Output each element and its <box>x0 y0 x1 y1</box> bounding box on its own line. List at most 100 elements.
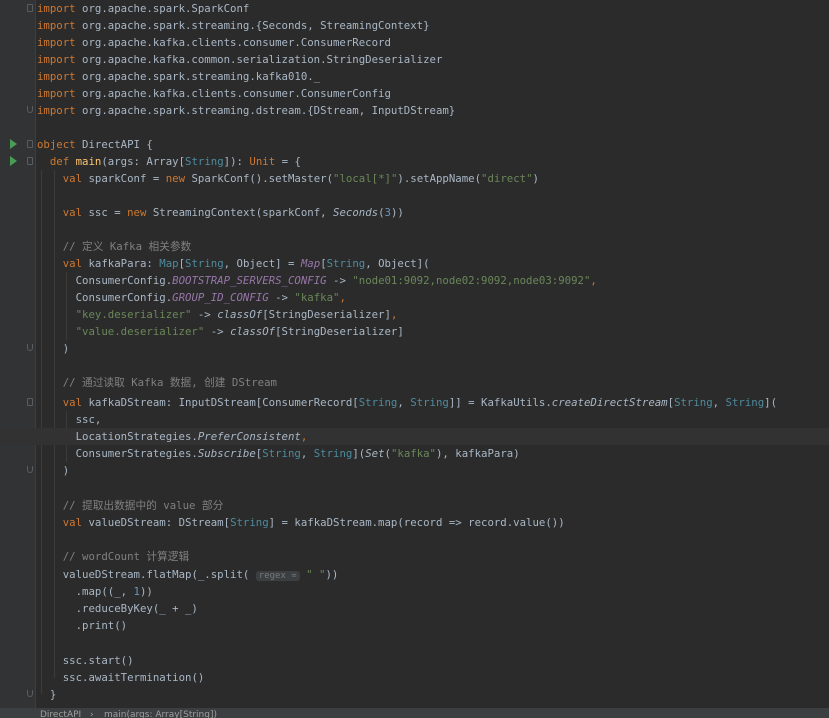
code-line-39[interactable]: ssc.start() <box>0 652 829 669</box>
line-number <box>0 85 6 102</box>
line-number <box>0 17 6 34</box>
code-line-21[interactable]: ) <box>0 340 829 357</box>
line-number <box>0 170 6 187</box>
import-path: org.apache.spark.streaming.kafka010._ <box>82 70 321 83</box>
object-name: DirectAPI <box>82 138 140 151</box>
line-number <box>0 255 6 272</box>
run-object-icon[interactable] <box>10 139 17 149</box>
line-number <box>0 51 6 68</box>
line-number <box>0 102 6 119</box>
import-path: org.apache.kafka.clients.consumer.Consum… <box>82 87 391 100</box>
line-number <box>0 340 6 357</box>
code-line-7[interactable]: import org.apache.spark.streaming.dstrea… <box>0 102 829 119</box>
code-line-18[interactable]: ConsumerConfig.GROUP_ID_CONFIG -> "kafka… <box>0 289 829 306</box>
import-keyword: import <box>37 87 76 100</box>
line-number <box>0 153 6 170</box>
fold-end-icon[interactable] <box>27 106 33 113</box>
code-line-13[interactable]: val ssc = new StreamingContext(sparkConf… <box>0 204 829 221</box>
code-line-3[interactable]: import org.apache.kafka.clients.consumer… <box>0 34 829 51</box>
line-number <box>0 323 6 340</box>
line-number <box>0 531 6 548</box>
import-path: org.apache.spark.streaming.dstream.{DStr… <box>82 104 456 117</box>
code-line-20[interactable]: "value.deserializer" -> classOf[StringDe… <box>0 323 829 340</box>
code-line-36[interactable]: .reduceByKey(_ + _) <box>0 600 829 617</box>
line-number <box>0 394 6 411</box>
code-line-40[interactable]: ssc.awaitTermination() <box>0 669 829 686</box>
method-name: main <box>75 155 102 168</box>
line-number <box>0 357 6 374</box>
fold-icon[interactable] <box>27 157 33 165</box>
breadcrumb-separator: › <box>90 710 94 718</box>
fold-icon[interactable] <box>27 140 33 148</box>
code-line-27[interactable]: ConsumerStrategies.Subscribe[String, Str… <box>0 445 829 462</box>
code-line-25[interactable]: ssc, <box>0 411 829 428</box>
line-number <box>0 548 6 565</box>
fold-icon[interactable] <box>27 398 33 406</box>
import-keyword: import <box>37 104 76 117</box>
code-line-14[interactable] <box>0 221 829 238</box>
run-main-icon[interactable] <box>10 156 17 166</box>
code-line-30[interactable]: // 提取出数据中的 value 部分 <box>0 497 829 514</box>
import-path: org.apache.spark.SparkConf <box>82 2 250 15</box>
code-line-10[interactable]: def main(args: Array[String]): Unit = { <box>0 153 829 170</box>
code-line-34[interactable]: valueDStream.flatMap(_.split( regex = " … <box>0 566 829 583</box>
line-number <box>0 514 6 531</box>
code-line-11[interactable]: val sparkConf = new SparkConf().setMaste… <box>0 170 829 187</box>
code-line-8[interactable] <box>0 119 829 136</box>
code-line-2[interactable]: import org.apache.spark.streaming.{Secon… <box>0 17 829 34</box>
breadcrumb-method[interactable]: main(args: Array[String]) <box>104 710 217 718</box>
fold-icon[interactable] <box>27 4 33 12</box>
code-line-9[interactable]: object DirectAPI { <box>0 136 829 153</box>
import-path: org.apache.kafka.common.serialization.St… <box>82 53 443 66</box>
code-comment: // wordCount 计算逻辑 <box>62 550 190 563</box>
code-line-37[interactable]: .print() <box>0 617 829 634</box>
code-line-33[interactable]: // wordCount 计算逻辑 <box>0 548 829 565</box>
line-number <box>0 600 6 617</box>
line-number <box>0 272 6 289</box>
line-number <box>0 566 6 583</box>
fold-end-icon[interactable] <box>27 466 33 473</box>
code-line-38[interactable] <box>0 634 829 651</box>
code-line-1[interactable]: import org.apache.spark.SparkConf <box>0 0 829 17</box>
line-number <box>0 374 6 391</box>
parameter-hint: regex = <box>255 571 300 581</box>
import-keyword: import <box>37 19 76 32</box>
line-number <box>0 204 6 221</box>
import-keyword: import <box>37 36 76 49</box>
code-editor[interactable]: import org.apache.spark.SparkConf import… <box>0 0 829 718</box>
line-number <box>0 136 6 153</box>
code-line-41[interactable]: } <box>0 686 829 703</box>
code-line-31[interactable]: val valueDStream: DStream[String] = kafk… <box>0 514 829 531</box>
code-line-12[interactable] <box>0 187 829 204</box>
line-number <box>0 221 6 238</box>
code-line-24[interactable]: val kafkaDStream: InputDStream[ConsumerR… <box>0 394 829 411</box>
code-comment: // 提取出数据中的 value 部分 <box>62 499 224 512</box>
code-line-16[interactable]: val kafkaPara: Map[String, Object] = Map… <box>0 255 829 272</box>
code-line-22[interactable] <box>0 357 829 374</box>
line-number <box>0 479 6 496</box>
line-number <box>0 686 6 703</box>
line-number <box>0 0 6 17</box>
breadcrumb-object[interactable]: DirectAPI <box>40 710 81 718</box>
code-line-23[interactable]: // 通过读取 Kafka 数据, 创建 DStream <box>0 374 829 391</box>
code-line-17[interactable]: ConsumerConfig.BOOTSTRAP_SERVERS_CONFIG … <box>0 272 829 289</box>
fold-end-icon[interactable] <box>27 344 33 351</box>
code-line-4[interactable]: import org.apache.kafka.common.serializa… <box>0 51 829 68</box>
import-path: org.apache.kafka.clients.consumer.Consum… <box>82 36 391 49</box>
code-line-6[interactable]: import org.apache.kafka.clients.consumer… <box>0 85 829 102</box>
import-keyword: import <box>37 2 76 15</box>
code-line-29[interactable] <box>0 479 829 496</box>
code-line-15[interactable]: // 定义 Kafka 相关参数 <box>0 238 829 255</box>
code-line-28[interactable]: ) <box>0 462 829 479</box>
code-line-32[interactable] <box>0 531 829 548</box>
code-line-5[interactable]: import org.apache.spark.streaming.kafka0… <box>0 68 829 85</box>
line-number <box>0 34 6 51</box>
code-line-19[interactable]: "key.deserializer" -> classOf[StringDese… <box>0 306 829 323</box>
code-line-26-current[interactable]: LocationStrategies.PreferConsistent, <box>0 428 829 445</box>
fold-end-icon[interactable] <box>27 690 33 697</box>
import-keyword: import <box>37 70 76 83</box>
line-number <box>0 583 6 600</box>
line-number <box>0 669 6 686</box>
line-number <box>0 652 6 669</box>
code-line-35[interactable]: .map((_, 1)) <box>0 583 829 600</box>
